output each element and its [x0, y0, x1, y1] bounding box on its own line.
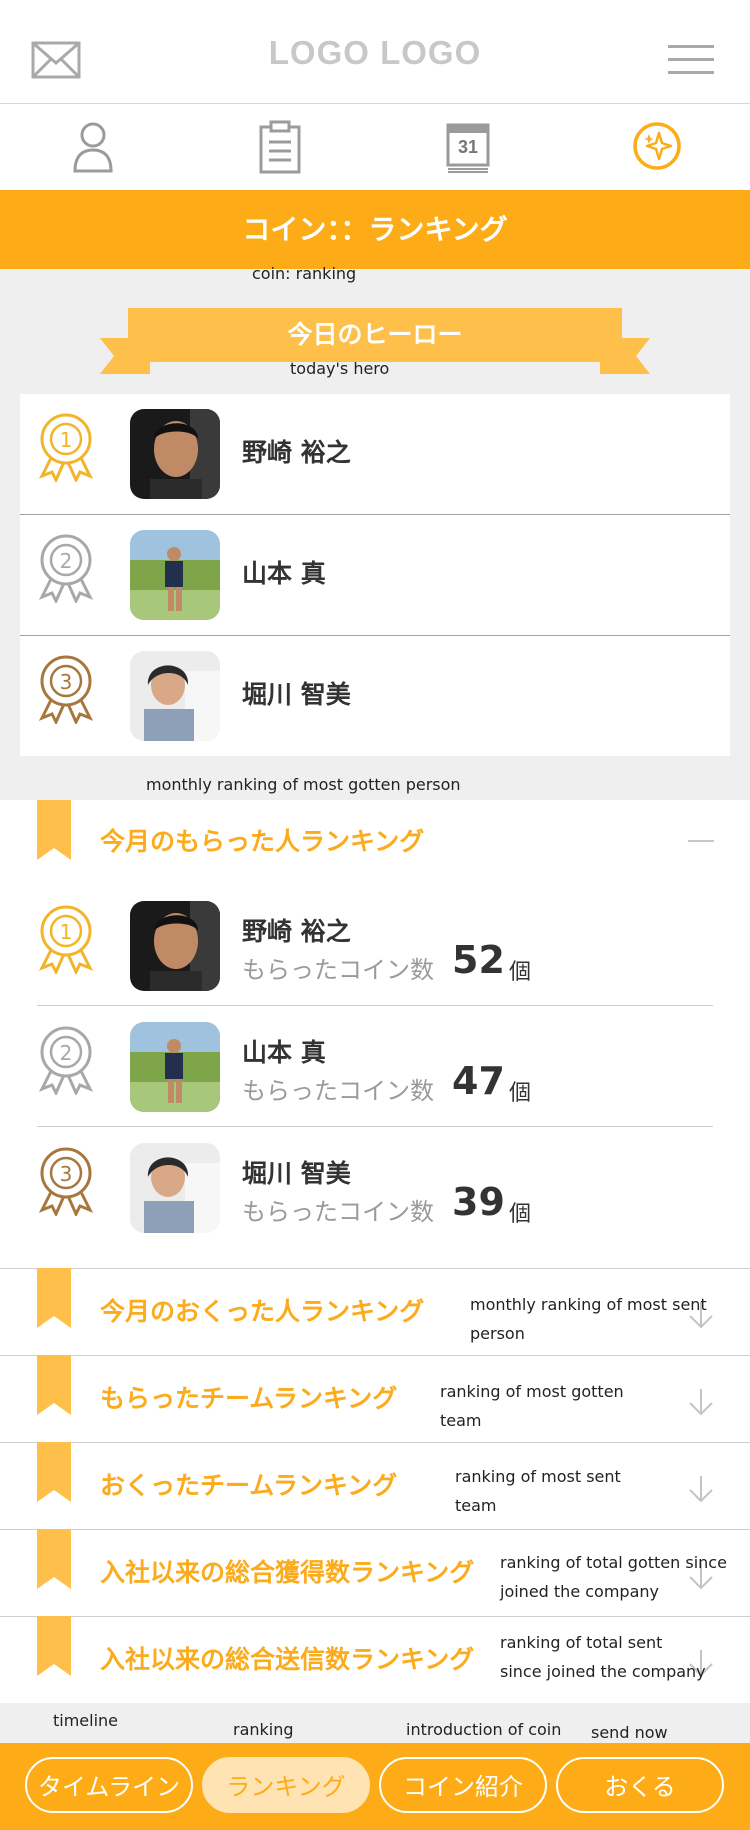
- divider: [37, 1126, 713, 1127]
- coin-unit: 個: [509, 1081, 532, 1106]
- tab-coin-intro[interactable]: コイン紹介: [379, 1757, 547, 1813]
- section-note: monthly ranking of most sent person: [470, 1295, 707, 1343]
- ranking-row[interactable]: [0, 884, 750, 1004]
- section-title: もらったチームランキング: [100, 1384, 398, 1413]
- bookmark-icon: [37, 1355, 71, 1415]
- coin-count-label: もらったコイン数: [242, 1077, 434, 1105]
- divider: [20, 635, 730, 636]
- member-name: 野崎 裕之: [242, 917, 351, 946]
- hero-name: 野崎 裕之: [242, 438, 351, 467]
- avatar: [130, 530, 220, 620]
- avatar: [130, 1143, 220, 1233]
- section-title: 入社以来の総合送信数ランキング: [100, 1645, 475, 1674]
- divider: [20, 514, 730, 515]
- hero-ribbon: 今日のヒーロー: [128, 308, 622, 362]
- chevron-down-icon[interactable]: [688, 1388, 714, 1416]
- coin-count: 52: [452, 938, 505, 982]
- avatar: [130, 1022, 220, 1112]
- silver-medal-icon: 2: [38, 534, 94, 603]
- icon-nav: 31: [0, 104, 750, 190]
- bookmark-icon: [37, 1442, 71, 1502]
- tab-ranking[interactable]: ランキング: [202, 1757, 370, 1813]
- coin-count: 39: [452, 1180, 505, 1224]
- section-title: 今月のおくった人ランキング: [100, 1297, 425, 1326]
- gold-medal-icon: 1: [38, 905, 94, 974]
- monthly-note: monthly ranking of most gotten person: [146, 775, 461, 794]
- avatar: [130, 901, 220, 991]
- hero-name: 堀川 智美: [242, 680, 351, 709]
- calendar-day: 31: [457, 137, 479, 157]
- bottom-note: send now: [591, 1723, 668, 1742]
- title-note: coin: ranking: [252, 264, 357, 283]
- coin-count: 47: [452, 1059, 505, 1103]
- coin-count-label: もらったコイン数: [242, 956, 434, 984]
- section-note: ranking of most gotten team: [440, 1382, 624, 1430]
- hero-name: 山本 真: [242, 559, 326, 588]
- hero-row[interactable]: [20, 515, 730, 635]
- section-title: 今月のもらった人ランキング: [100, 827, 425, 856]
- hero-row[interactable]: [20, 636, 730, 756]
- hero-note: today's hero: [290, 359, 390, 378]
- app-header: LOGO LOGO: [0, 0, 750, 104]
- member-name: 堀川 智美: [242, 1159, 351, 1188]
- gold-medal-icon: 1: [38, 413, 94, 482]
- avatar: [130, 409, 220, 499]
- person-icon[interactable]: [73, 121, 113, 173]
- minus-icon[interactable]: [688, 838, 714, 844]
- silver-medal-icon: 2: [38, 1026, 94, 1095]
- member-name: 山本 真: [242, 1038, 326, 1067]
- svg-text:3: 3: [60, 670, 73, 694]
- section-note: ranking of most sent team: [455, 1467, 621, 1515]
- ranking-row[interactable]: [0, 1006, 750, 1126]
- bronze-medal-icon: 3: [38, 1147, 94, 1216]
- page-title: コイン：：ランキング: [0, 190, 750, 269]
- coin-count-label: もらったコイン数: [242, 1198, 434, 1226]
- coin-sparkle-icon[interactable]: [632, 121, 682, 171]
- svg-text:1: 1: [60, 920, 73, 944]
- svg-text:1: 1: [60, 428, 73, 452]
- svg-text:2: 2: [60, 1041, 73, 1065]
- bookmark-icon: [37, 800, 71, 860]
- section-note: ranking of total gotten since joined the …: [500, 1553, 727, 1601]
- bottom-note: introduction of coin: [406, 1720, 562, 1739]
- section-title: おくったチームランキング: [100, 1471, 398, 1500]
- coin-unit: 個: [509, 1202, 532, 1227]
- bookmark-icon: [37, 1529, 71, 1589]
- avatar: [130, 651, 220, 741]
- logo: LOGO LOGO: [268, 34, 482, 71]
- svg-text:3: 3: [60, 1162, 73, 1186]
- tab-timeline[interactable]: タイムライン: [25, 1757, 193, 1813]
- section-title: 入社以来の総合獲得数ランキング: [100, 1558, 475, 1587]
- hero-row[interactable]: [20, 394, 730, 514]
- bronze-medal-icon: 3: [38, 655, 94, 724]
- calendar-icon[interactable]: 31: [446, 121, 490, 173]
- chevron-down-icon[interactable]: [688, 1475, 714, 1503]
- hamburger-menu-icon[interactable]: [668, 44, 714, 76]
- bottom-note: timeline: [53, 1711, 119, 1730]
- bookmark-icon: [37, 1268, 71, 1328]
- bookmark-icon: [37, 1616, 71, 1676]
- clipboard-icon[interactable]: [258, 120, 302, 174]
- divider: [37, 1005, 713, 1006]
- coin-unit: 個: [509, 960, 532, 985]
- tab-send[interactable]: おくる: [556, 1757, 724, 1813]
- section-note: ranking of total sent since joined the co…: [500, 1633, 706, 1681]
- bottom-note: ranking: [233, 1720, 294, 1739]
- svg-text:2: 2: [60, 549, 73, 573]
